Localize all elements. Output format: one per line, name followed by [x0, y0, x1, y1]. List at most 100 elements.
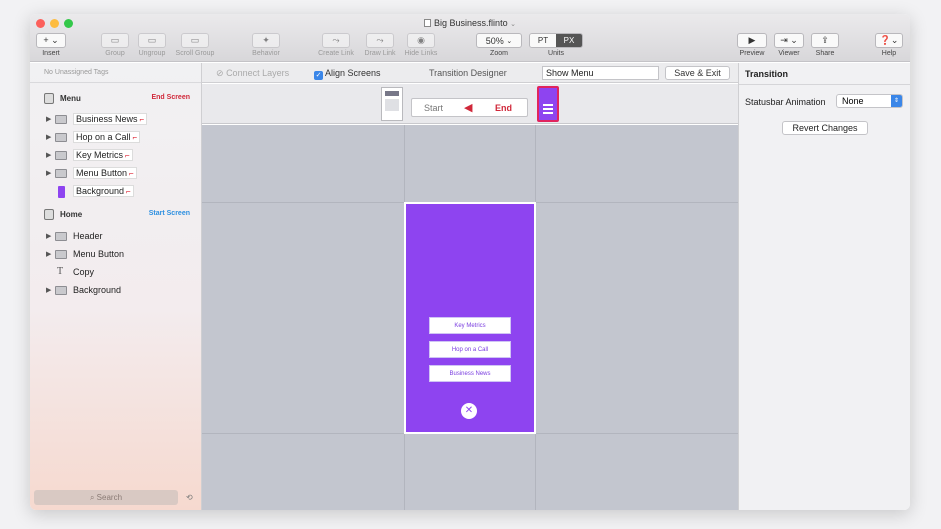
eye-icon[interactable]: ◉: [407, 33, 435, 48]
folder-icon: [55, 232, 67, 241]
insert-tool[interactable]: + ⌄ Insert: [36, 33, 66, 57]
design-canvas[interactable]: Key Metrics Hop on a Call Business News …: [202, 125, 738, 510]
chevron-down-icon: ⌄: [506, 37, 513, 45]
disclosure-triangle-icon[interactable]: ▶: [46, 133, 51, 141]
screen-header-home[interactable]: Home Start Screen: [30, 207, 201, 223]
layer-search-input[interactable]: ⌕ Search: [34, 490, 178, 505]
start-screen-thumbnail[interactable]: [381, 87, 403, 121]
layer-name: Hop on a Call: [76, 132, 131, 142]
disclosure-triangle-icon[interactable]: ▶: [46, 151, 51, 159]
units-segmented-control[interactable]: PT PX: [529, 33, 583, 48]
screen-header-menu[interactable]: Menu End Screen: [30, 91, 201, 107]
ungroup-tool[interactable]: ▭ Ungroup: [136, 33, 168, 57]
link-icon: ⌐: [139, 115, 145, 124]
insert-button[interactable]: + ⌄: [36, 33, 66, 48]
zoom-label: Zoom: [490, 50, 508, 57]
key-metrics-button[interactable]: Key Metrics: [429, 317, 511, 334]
business-news-button[interactable]: Business News: [429, 365, 511, 382]
behavior-tool[interactable]: ✦ Behavior: [250, 33, 282, 57]
units-px-option[interactable]: PX: [556, 34, 582, 47]
layer-background[interactable]: Background ⌐: [30, 184, 201, 200]
thumbnail-header: [385, 91, 399, 96]
link-icon: ⌐: [125, 151, 130, 160]
draw-link-tool[interactable]: ⤳ Draw Link: [362, 33, 398, 57]
disclosure-triangle-icon[interactable]: ▶: [46, 169, 51, 177]
transition-name-input[interactable]: [542, 66, 659, 80]
chevron-down-icon[interactable]: ⌄: [510, 21, 516, 28]
layer-label: Hop on a Call ⌐: [73, 131, 141, 143]
transition-arrow-icon[interactable]: ◀: [464, 101, 472, 114]
disclosure-triangle-icon[interactable]: ▶: [46, 115, 51, 123]
share-icon[interactable]: ⇪: [811, 33, 839, 48]
layer-background-home[interactable]: ▶ Background: [30, 283, 201, 299]
hide-links-tool[interactable]: ◉ Hide Links: [402, 33, 440, 57]
revert-changes-button[interactable]: Revert Changes: [782, 121, 868, 135]
transition-designer-label: Transition Designer: [429, 68, 507, 78]
help-label: Help: [881, 50, 897, 57]
share-tool[interactable]: ⇪ Share: [810, 33, 840, 57]
disclosure-triangle-icon[interactable]: ▶: [46, 232, 51, 240]
magic-wand-icon[interactable]: ✦: [252, 33, 280, 48]
window-title: Big Business.flinto ⌄: [30, 18, 910, 28]
create-link-icon[interactable]: ⤳: [322, 33, 350, 48]
zoom-value: 50%: [485, 35, 504, 46]
connect-layers-button[interactable]: ⊘ Connect Layers: [216, 68, 289, 79]
hide-links-label: Hide Links: [404, 50, 438, 57]
layer-name: Key Metrics: [76, 150, 124, 160]
link-icon: ⌐: [132, 133, 138, 142]
help-tool[interactable]: ❓⌄ Help: [874, 33, 904, 57]
units-tool[interactable]: PT PX Units: [529, 33, 583, 57]
play-icon[interactable]: ▶: [737, 33, 767, 48]
layer-hop-on-a-call[interactable]: ▶ Hop on a Call ⌐: [30, 130, 201, 146]
start-screen-badge: Start Screen: [148, 210, 190, 217]
layer-menu-button-home[interactable]: ▶ Menu Button: [30, 247, 201, 263]
select-arrows-icon: ⇕: [891, 95, 902, 107]
folder-icon: [55, 250, 67, 259]
layer-key-metrics[interactable]: ▶ Key Metrics ⌐: [30, 148, 201, 164]
zoom-tool[interactable]: 50% ⌄ Zoom: [476, 33, 522, 57]
save-exit-button[interactable]: Save & Exit: [665, 66, 730, 80]
checkbox-checked-icon[interactable]: ✓: [314, 71, 323, 80]
align-screens-toggle[interactable]: ✓ Align Screens: [314, 68, 381, 80]
disclosure-triangle-icon[interactable]: ▶: [46, 286, 51, 294]
viewer-tool[interactable]: ⇥ ⌄ Viewer: [774, 33, 804, 57]
draw-link-icon[interactable]: ⤳: [366, 33, 394, 48]
create-link-tool[interactable]: ⤳ Create Link: [316, 33, 356, 57]
start-end-control[interactable]: Start ◀ End: [411, 98, 528, 117]
disclosure-triangle-icon[interactable]: ▶: [46, 250, 51, 258]
ungroup-icon[interactable]: ▭: [138, 33, 166, 48]
hop-on-a-call-button[interactable]: Hop on a Call: [429, 341, 511, 358]
layer-business-news[interactable]: ▶ Business News ⌐: [30, 112, 201, 128]
layer-copy[interactable]: T Copy: [30, 265, 201, 281]
help-icon[interactable]: ❓⌄: [875, 33, 903, 48]
thumbnail-line: [543, 108, 553, 110]
layer-name: Business News: [76, 114, 138, 124]
ungroup-label: Ungroup: [138, 50, 166, 57]
units-pt-option[interactable]: PT: [530, 34, 556, 47]
align-screens-label: Align Screens: [325, 68, 381, 78]
group-icon[interactable]: ▭: [101, 33, 129, 48]
end-label[interactable]: End: [495, 103, 512, 113]
document-icon: [424, 19, 432, 27]
preview-label: Preview: [739, 50, 765, 57]
folder-icon: [55, 169, 67, 178]
start-label[interactable]: Start: [424, 103, 443, 113]
layer-header[interactable]: ▶ Header: [30, 229, 201, 245]
screen-icon: [44, 93, 54, 104]
link-icon: ⊘: [216, 68, 224, 78]
zoom-select[interactable]: 50% ⌄: [476, 33, 522, 48]
layer-name: Background: [73, 285, 122, 295]
designer-strip: Start ◀ End: [202, 84, 738, 124]
close-icon[interactable]: ✕: [461, 403, 477, 419]
end-screen-thumbnail[interactable]: [537, 86, 559, 122]
statusbar-animation-select[interactable]: None ⇕: [836, 94, 903, 108]
group-tool[interactable]: ▭ Group: [100, 33, 130, 57]
menu-screen-artboard[interactable]: Key Metrics Hop on a Call Business News …: [404, 202, 536, 434]
preview-tool[interactable]: ▶ Preview: [736, 33, 768, 57]
viewer-icon[interactable]: ⇥ ⌄: [774, 33, 804, 48]
color-swatch-icon: [58, 186, 65, 198]
search-options-icon[interactable]: ⟲: [186, 493, 193, 502]
layer-menu-button[interactable]: ▶ Menu Button ⌐: [30, 166, 201, 182]
scroll-group-icon[interactable]: ▭: [181, 33, 209, 48]
scroll-group-tool[interactable]: ▭ Scroll Group: [174, 33, 216, 57]
